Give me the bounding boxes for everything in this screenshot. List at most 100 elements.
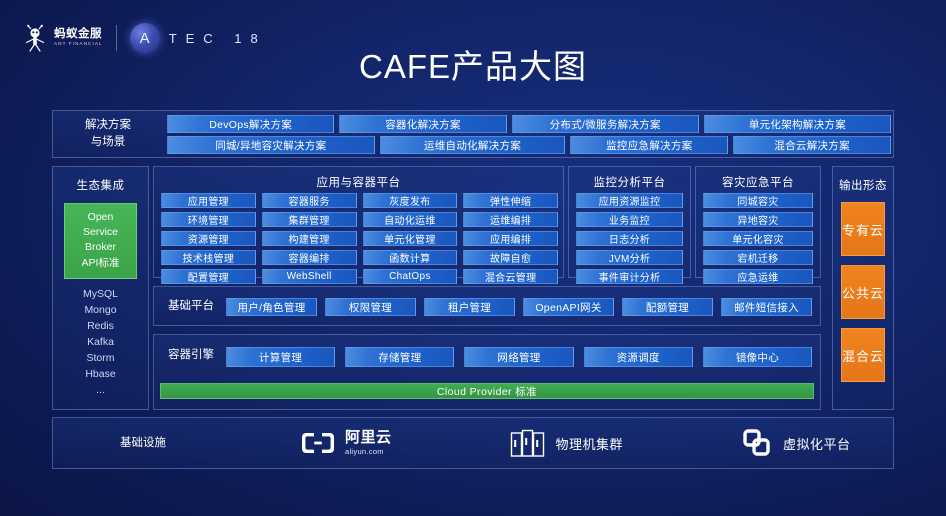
aliyun-name-en: aliyun.com — [345, 447, 384, 457]
app-platform-chip-5[interactable]: 环境管理 — [161, 212, 256, 227]
app-platform-chip-2[interactable]: 容器服务 — [261, 193, 357, 208]
ecosystem-item-2: Mongo — [84, 303, 117, 316]
ecosystem-item-list: MySQL Mongo Redis Kafka Storm Hbase... — [53, 287, 148, 399]
container-engine-row: 计算管理 存储管理 网络管理 资源调度 镜像中心 — [226, 347, 813, 367]
ecosystem-item-5: Storm — [86, 351, 115, 364]
monitor-platform-title: 监控分析平台 — [593, 177, 666, 189]
output-forms-list: 专有云 公共云 混合云 — [833, 202, 893, 382]
container-engine-label: 容器引擎 — [168, 348, 214, 361]
container-engine-chip-4[interactable]: 资源调度 — [583, 347, 693, 367]
container-engine-chip-2[interactable]: 存储管理 — [345, 347, 455, 367]
container-engine-chip-3[interactable]: 网络管理 — [464, 347, 574, 367]
solutions-label: 解决方案 与场景 — [53, 111, 163, 157]
container-engine-panel: 容器引擎 计算管理 存储管理 网络管理 资源调度 镜像中心 Cloud Provider… — [153, 334, 821, 410]
app-platform-chip-12[interactable]: 应用编排 — [463, 231, 558, 246]
app-platform-chip-1[interactable]: 应用管理 — [161, 193, 256, 208]
output-form-2[interactable]: 公共云 — [841, 265, 885, 319]
infrastructure-name-physical-cluster: 物理机集群 — [555, 436, 624, 452]
solution-chip-1-1[interactable]: DevOps解决方案 — [167, 115, 335, 133]
solutions-panel: 解决方案 与场景 DevOps解决方案 容器化解决方案 分布式/微服务解决方案 单元化… — [52, 110, 894, 158]
solution-chip-2-4[interactable]: 混合云解决方案 — [733, 136, 891, 154]
base-platform-chip-4[interactable]: OpenAPI网关 — [523, 298, 614, 316]
monitor-platform-list: 应用资源监控 业务监控日志分析 JVM分析事件审计分析 — [576, 193, 683, 284]
disaster-platform-title: 容灾应急平台 — [722, 177, 794, 189]
brand-name-cn: 蚂蚁金服 — [54, 27, 102, 40]
osb-line-3: Broker — [85, 241, 116, 254]
container-engine-chip-5[interactable]: 镜像中心 — [702, 347, 813, 367]
infrastructure-label: 基础设施 — [120, 436, 166, 449]
monitor-chip-4[interactable]: JVM分析 — [576, 250, 683, 265]
container-engine-chip-1[interactable]: 计算管理 — [226, 347, 336, 367]
ecosystem-item-7: ... — [96, 383, 105, 396]
base-platform-panel: 基础平台 用户/角色管理 权限管理 租户管理 OpenAPI网关 配额管理 邮件短信接入 — [153, 286, 821, 326]
app-platform-chip-20[interactable]: 混合云管理 — [463, 269, 558, 284]
disaster-chip-3[interactable]: 单元化容灾 — [703, 231, 813, 246]
solution-chip-1-3[interactable]: 分布式/微服务解决方案 — [511, 115, 699, 133]
base-platform-label: 基础平台 — [168, 299, 214, 312]
solutions-row-1: DevOps解决方案 容器化解决方案 分布式/微服务解决方案 单元化架构解决方案 — [167, 115, 891, 133]
monitor-chip-1[interactable]: 应用资源监控 — [576, 193, 683, 208]
osb-line-4: API标准 — [81, 256, 120, 269]
app-platform-chip-9[interactable]: 资源管理 — [161, 231, 256, 246]
page-title: CAFE产品大图 — [358, 48, 587, 85]
disaster-chip-5[interactable]: 应急运维 — [703, 269, 813, 284]
output-forms-panel: 输出形态 专有云公共云混合云 — [832, 166, 894, 410]
app-platform-chip-10[interactable]: 构建管理 — [261, 231, 357, 246]
disaster-chip-4[interactable]: 宕机迁移 — [703, 250, 813, 265]
app-platform-chip-4[interactable]: 弹性伸缩 — [463, 193, 558, 208]
app-platform-chip-16[interactable]: 故障自愈 — [463, 250, 558, 265]
disaster-chip-2[interactable]: 异地容灾 — [703, 212, 813, 227]
app-platform-chip-17[interactable]: 配置管理 — [161, 269, 256, 284]
cloud-provider-bar: Cloud Provider 标准 — [160, 383, 814, 399]
app-platform-chip-14[interactable]: 容器编排 — [261, 250, 357, 265]
osb-line-1: Open — [87, 211, 114, 223]
ecosystem-item-6: Hbase — [85, 367, 116, 380]
aliyun-name-cn: 阿里云 — [345, 429, 392, 447]
base-platform-chip-6[interactable]: 邮件短信接入 — [721, 298, 812, 316]
solution-chip-2-3[interactable]: 监控应急解决方案 — [570, 136, 729, 154]
output-form-3[interactable]: 混合云 — [841, 328, 885, 382]
base-platform-chip-2[interactable]: 权限管理 — [325, 298, 416, 316]
infrastructure-panel: 基础设施 阿里云 aliyun.com 物理机集群 虚拟化平台 — [52, 417, 894, 469]
solution-chip-1-2[interactable]: 容器化解决方案 — [339, 115, 507, 133]
app-platform-chip-15[interactable]: 函数计算 — [362, 250, 458, 265]
app-platform-chip-13[interactable]: 技术栈管理 — [161, 250, 256, 265]
base-platform-chip-5[interactable]: 配额管理 — [622, 298, 713, 316]
monitor-platform-panel: 监控分析平台 应用资源监控 业务监控日志分析 JVM分析事件审计分析 — [568, 166, 691, 284]
solution-chip-1-4[interactable]: 单元化架构解决方案 — [703, 115, 891, 133]
base-platform-chip-1[interactable]: 用户/角色管理 — [226, 298, 317, 316]
osb-line-2: Service — [82, 226, 118, 239]
ecosystem-item-1: MySQL — [82, 287, 118, 300]
infrastructure-name-virtualization: 虚拟化平台 — [783, 436, 851, 452]
solutions-label-line2: 与场景 — [90, 136, 126, 148]
app-platform-title: 应用与容器平台 — [316, 177, 401, 189]
disaster-platform-list: 同城容灾异地容灾单元化容灾宕机迁移应急运维 — [703, 193, 813, 284]
app-platform-chip-7[interactable]: 自动化运维 — [362, 212, 458, 227]
app-platform-chip-6[interactable]: 集群管理 — [261, 212, 357, 227]
app-platform-chip-8[interactable]: 运维编排 — [463, 212, 558, 227]
infrastructure-item-physical-cluster: 物理机集群 — [510, 428, 624, 458]
output-forms-title: 输出形态 — [839, 180, 887, 192]
monitor-chip-2[interactable]: 业务监控 — [576, 212, 683, 227]
app-platform-chip-11[interactable]: 单元化管理 — [362, 231, 458, 246]
aliyun-wordmark: 阿里云 aliyun.com — [345, 430, 392, 456]
ecosystem-item-3: Redis — [87, 319, 114, 332]
disaster-platform-panel: 容灾应急平台 同城容灾异地容灾单元化容灾宕机迁移应急运维 — [695, 166, 821, 284]
solution-chip-2-2[interactable]: 运维自动化解决方案 — [379, 136, 566, 154]
solutions-label-line1: 解决方案 — [85, 119, 131, 132]
server-rack-icon — [510, 429, 544, 457]
infrastructure-item-aliyun: 阿里云 aliyun.com — [301, 430, 392, 456]
virtualization-icon — [743, 429, 770, 456]
base-platform-chip-3[interactable]: 租户管理 — [424, 298, 515, 316]
app-platform-chip-18[interactable]: WebShell — [261, 269, 357, 284]
app-platform-chip-19[interactable]: ChatOps — [362, 269, 458, 284]
aliyun-logo-icon — [302, 433, 334, 453]
output-form-1[interactable]: 专有云 — [841, 202, 885, 256]
ecosystem-panel: 生态集成 Open Service Broker API标准 MySQL Mongo Re… — [52, 166, 149, 410]
disaster-chip-1[interactable]: 同城容灾 — [703, 193, 813, 208]
infrastructure-items: 阿里云 aliyun.com 物理机集群 虚拟化平台 — [253, 418, 893, 468]
monitor-chip-5[interactable]: 事件审计分析 — [576, 269, 683, 284]
monitor-chip-3[interactable]: 日志分析 — [576, 231, 683, 246]
solution-chip-2-1[interactable]: 同城/异地容灾解决方案 — [167, 136, 375, 154]
app-platform-chip-3[interactable]: 灰度发布 — [362, 193, 458, 208]
